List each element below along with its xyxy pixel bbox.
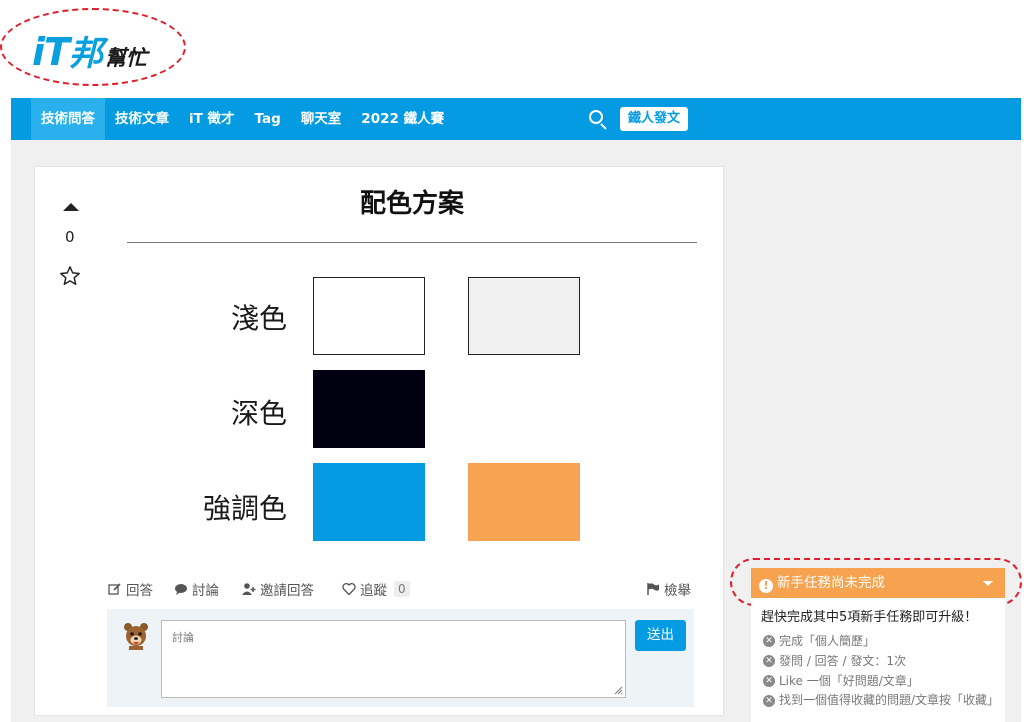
accent-swatch-2: [468, 463, 580, 541]
nav-item-tag[interactable]: Tag: [245, 98, 291, 140]
x-circle-icon: ✕: [763, 655, 775, 667]
report-label: 檢舉: [664, 583, 691, 599]
logo-it: iT: [32, 30, 70, 74]
x-circle-icon: ✕: [763, 635, 775, 647]
task-title: 新手任務尚未完成: [777, 575, 885, 591]
discuss-action[interactable]: 討論: [174, 579, 219, 599]
flag-icon: [647, 583, 659, 595]
task-item[interactable]: ✕ 完成「個人簡歷」: [761, 631, 995, 651]
nav-item-articles[interactable]: 技術文章: [105, 98, 179, 140]
bear-avatar: [124, 623, 148, 650]
comment-box: 送出: [107, 609, 694, 707]
light-swatch-2: [468, 277, 580, 355]
search-icon[interactable]: [587, 108, 609, 130]
logo-bang: 邦: [68, 34, 103, 74]
x-circle-icon: ✕: [763, 695, 775, 707]
task-heading: 趕快完成其中5項新手任務即可升級！: [761, 610, 978, 625]
nav-item-ironman[interactable]: 2022 鐵人賽: [351, 98, 454, 140]
nav-items: 技術問答 技術文章 iT 徵才 Tag 聊天室 2022 鐵人賽: [31, 98, 454, 140]
site-logo[interactable]: iT 邦 幫忙: [32, 26, 147, 75]
dark-label: 深色: [230, 397, 287, 430]
invite-label: 邀請回答: [260, 583, 314, 599]
comment-input[interactable]: [161, 620, 626, 698]
report-action[interactable]: 檢舉: [646, 579, 691, 599]
nav-item-chat[interactable]: 聊天室: [291, 98, 352, 140]
upvote-icon[interactable]: [63, 203, 79, 211]
discuss-label: 討論: [192, 583, 219, 599]
ironman-post-button[interactable]: 鐵人發文: [620, 107, 689, 131]
dark-swatch-1: [313, 370, 425, 448]
invite-action[interactable]: 邀請回答: [242, 579, 314, 599]
task-item[interactable]: ✕ 找到一個值得收藏的問題/文章按「收藏」: [761, 691, 999, 709]
nav-item-qa[interactable]: 技術問答: [31, 98, 105, 140]
follow-action[interactable]: 追蹤 0: [342, 579, 410, 599]
task-header[interactable]: ! 新手任務尚未完成: [751, 568, 1005, 598]
comment-icon: [175, 584, 187, 595]
send-button[interactable]: 送出: [635, 620, 686, 651]
nav-item-jobs[interactable]: iT 徵才: [179, 98, 245, 140]
add-user-icon: [242, 583, 256, 595]
resize-grip-icon[interactable]: [612, 684, 623, 695]
task-panel: 趕快完成其中5項新手任務即可升級！ ✕ 完成「個人簡歷」 ✕ 發問 / 回答 / 發…: [751, 598, 1005, 722]
x-circle-icon: ✕: [763, 675, 775, 687]
heart-icon: [342, 583, 356, 596]
star-icon[interactable]: [59, 265, 81, 287]
title-divider: [127, 242, 697, 243]
logo-help: 幫忙: [104, 46, 147, 70]
light-label: 淺色: [230, 302, 287, 335]
accent-swatch-1: [313, 463, 425, 541]
post-card: 0 配色方案 淺色 深色 強調色 回答 討論 邀請回答 追蹤 0 檢舉 討論 送…: [34, 166, 724, 716]
task-item[interactable]: ✕ Like 一個「好問題/文章」: [761, 671, 995, 691]
answer-action[interactable]: 回答: [108, 579, 153, 599]
task-item[interactable]: ✕ 發問 / 回答 / 發文：1次: [761, 651, 995, 671]
main-navbar: 技術問答 技術文章 iT 徵才 Tag 聊天室 2022 鐵人賽 鐵人發文: [11, 98, 1021, 140]
post-actions: 回答 討論 邀請回答 追蹤 0 檢舉: [108, 579, 692, 601]
answer-label: 回答: [126, 583, 153, 599]
chevron-down-icon[interactable]: [983, 581, 993, 586]
accent-label: 強調色: [202, 492, 287, 525]
light-swatch-1: [313, 277, 425, 355]
post-title: 配色方案: [359, 189, 464, 219]
follow-label: 追蹤: [360, 583, 387, 599]
exclamation-icon: !: [759, 579, 773, 593]
follow-count: 0: [394, 581, 410, 597]
edit-icon: [108, 583, 121, 595]
vote-count: 0: [65, 228, 75, 246]
